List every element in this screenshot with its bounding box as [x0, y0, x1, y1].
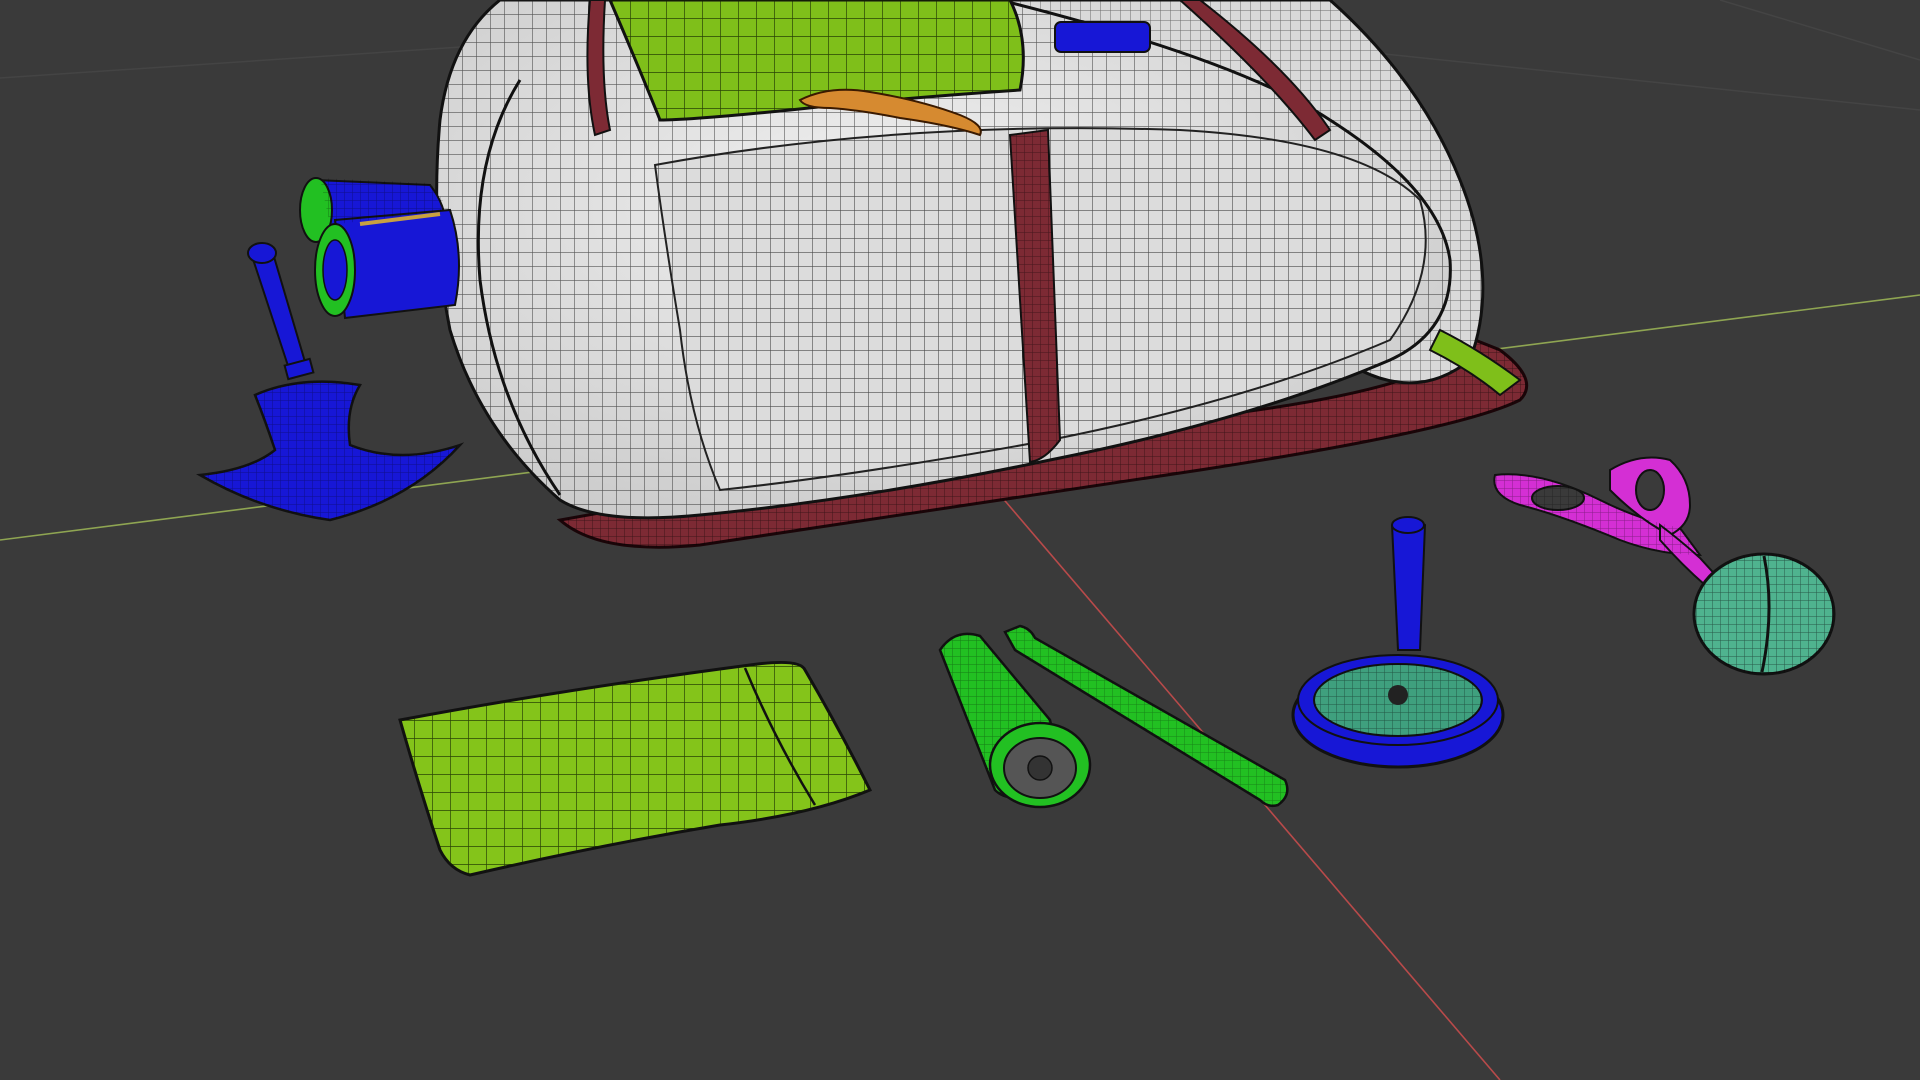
rolled-cylinders-mesh[interactable] — [299, 177, 460, 320]
viewport-canvas — [0, 0, 1920, 1080]
3d-viewport[interactable] — [0, 0, 1920, 1080]
ball-mesh[interactable] — [1692, 552, 1836, 676]
